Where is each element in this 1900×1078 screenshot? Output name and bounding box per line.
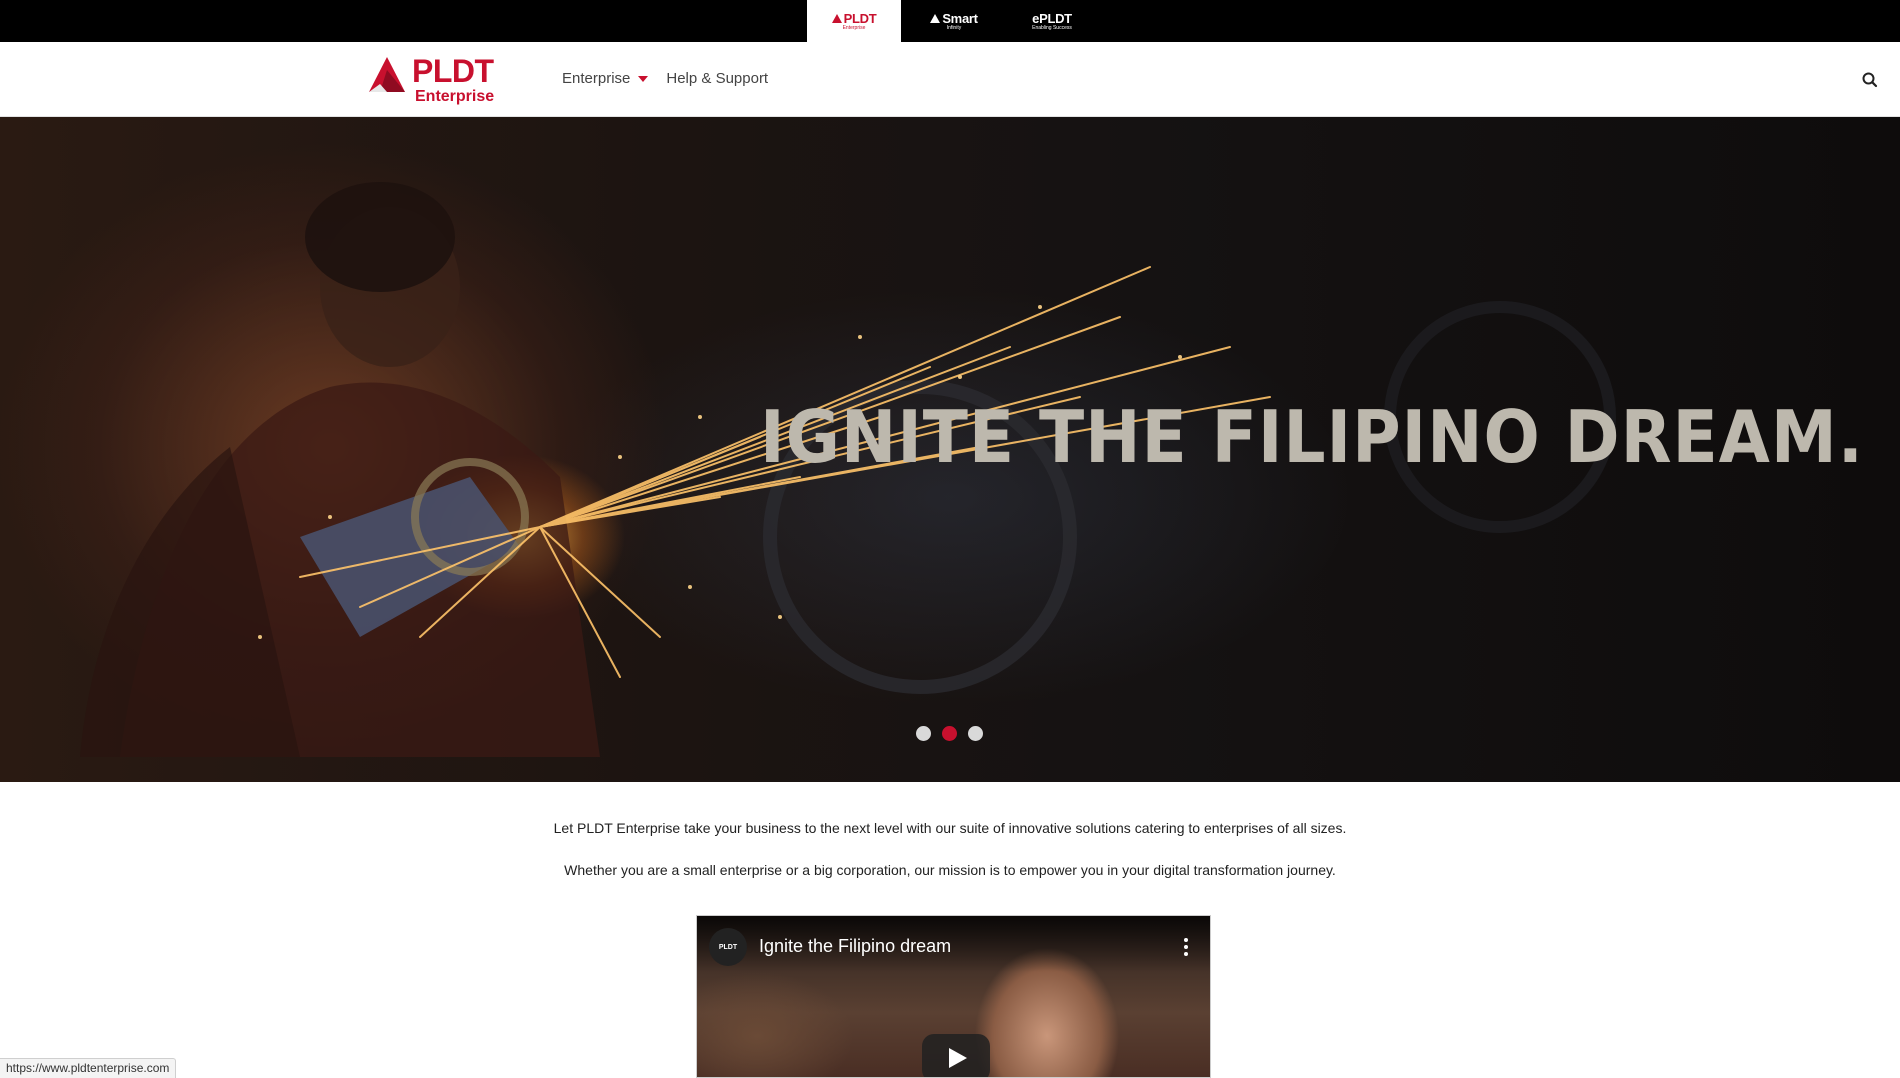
link-status-bar: https://www.pldtenterprise.com [0, 1058, 177, 1078]
epldt-brand-sub: Enabling Success [1032, 24, 1072, 31]
nav-enterprise-label: Enterprise [562, 70, 631, 87]
pldt-enterprise-logo[interactable]: PLDT Enterprise [368, 52, 503, 108]
carousel-dot-1[interactable] [916, 726, 931, 741]
brand-tab-smart[interactable]: Smart Infinity [916, 0, 992, 42]
pldt-brand-sub: Enterprise [842, 24, 866, 31]
carousel-dot-2[interactable] [942, 726, 957, 741]
video-title[interactable]: Ignite the Filipino dream [759, 936, 951, 957]
pldt-logo-icon [369, 57, 405, 92]
more-options-icon[interactable] [1184, 938, 1188, 956]
nav-enterprise[interactable]: Enterprise [562, 70, 649, 87]
logo-wordmark: PLDT [412, 53, 494, 89]
epldt-brand-logo: ePLDT [1032, 10, 1072, 26]
hero-carousel[interactable]: IGNITE THE FILIPINO DREAM. [0, 117, 1900, 782]
channel-avatar-label: PLDT [718, 943, 738, 951]
caret-down-icon [638, 75, 649, 82]
search-icon[interactable] [1860, 70, 1880, 90]
intro-paragraph-2: Whether you are a small enterprise or a … [564, 862, 1336, 878]
play-button[interactable] [922, 1034, 990, 1077]
pldt-triangle-icon [831, 13, 842, 23]
youtube-video-embed[interactable]: PLDT Ignite the Filipino dream [696, 915, 1211, 1078]
logo-subtitle: Enterprise [415, 88, 495, 105]
main-nav: Enterprise Help & Support [562, 70, 768, 87]
pldt-brand-logo: PLDT [831, 12, 877, 25]
brand-bar: PLDT Enterprise Smart Infinity ePLDT Ena… [0, 0, 1900, 42]
brand-tab-pldt[interactable]: PLDT Enterprise [807, 0, 901, 42]
intro-paragraph-1: Let PLDT Enterprise take your business t… [553, 820, 1347, 836]
smart-triangle-icon [930, 13, 941, 23]
hero-headline: IGNITE THE FILIPINO DREAM. [760, 395, 1864, 479]
brand-tab-epldt[interactable]: ePLDT Enabling Success [1010, 0, 1094, 42]
channel-avatar[interactable]: PLDT [709, 928, 747, 966]
smart-brand-sub: Infinity [946, 24, 962, 31]
carousel-dots [916, 726, 983, 741]
site-header: PLDT Enterprise Enterprise Help & Suppor… [0, 42, 1900, 117]
carousel-dot-3[interactable] [968, 726, 983, 741]
nav-help-label: Help & Support [666, 70, 769, 87]
intro-section: Let PLDT Enterprise take your business t… [0, 818, 1900, 880]
smart-brand-logo: Smart [930, 12, 978, 25]
nav-help-support[interactable]: Help & Support [666, 70, 768, 87]
